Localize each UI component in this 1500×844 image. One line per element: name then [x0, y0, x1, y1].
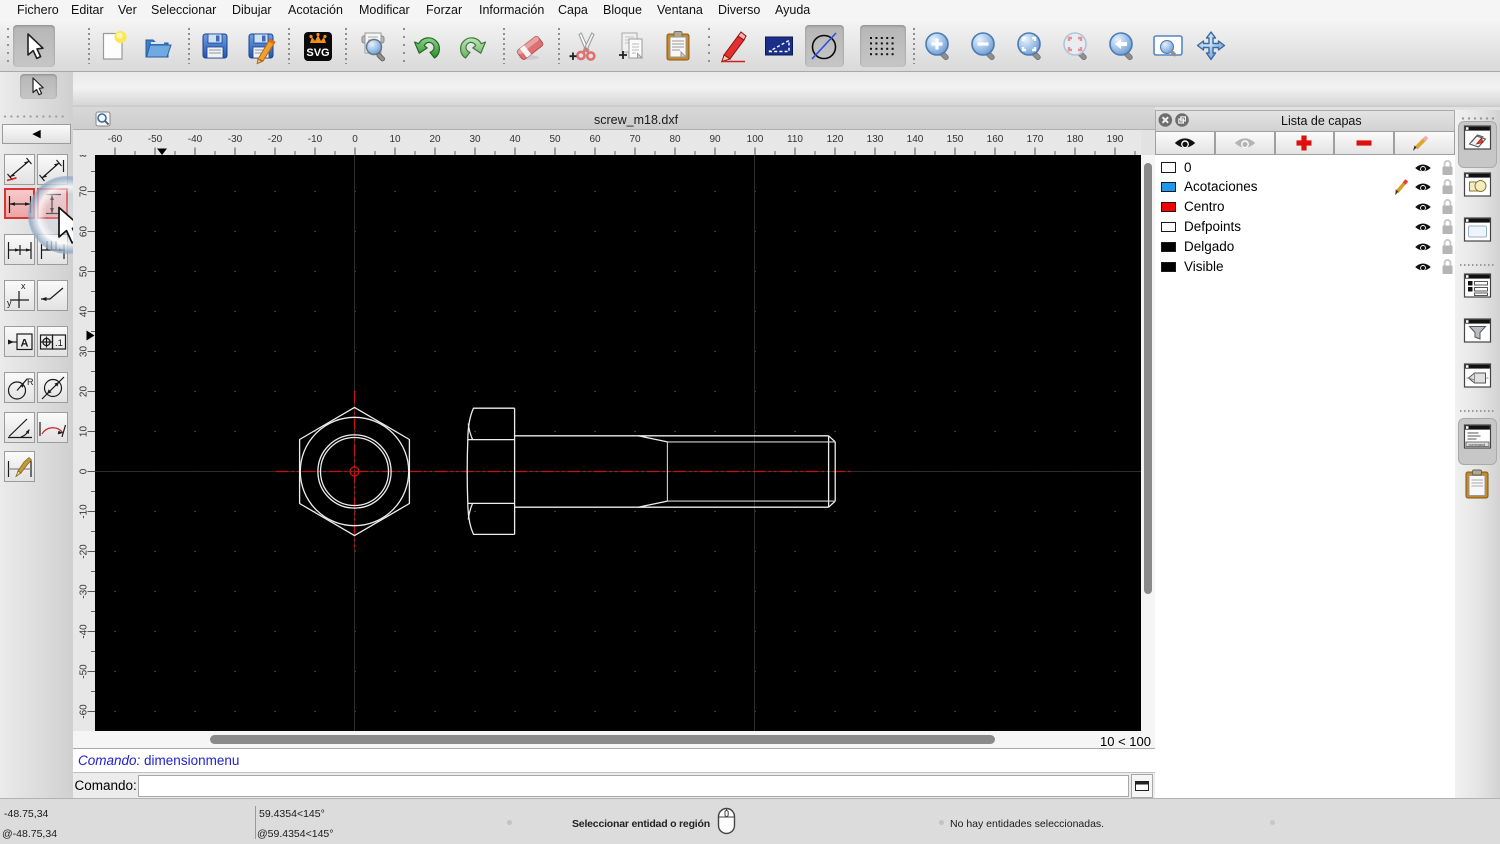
svg-text:-10: -10 [308, 134, 323, 145]
svg-text:80: 80 [79, 155, 90, 157]
svg-text:120: 120 [827, 134, 844, 145]
svg-text:180: 180 [1067, 134, 1084, 145]
svg-text:A: A [21, 338, 29, 350]
svg-text:160: 160 [987, 134, 1004, 145]
svg-text:170: 170 [1027, 134, 1044, 145]
svg-text:70: 70 [629, 134, 641, 145]
svg-text:-40: -40 [188, 134, 203, 145]
svg-text:50: 50 [549, 134, 561, 145]
svg-text:x: x [21, 281, 26, 291]
svg-text:130: 130 [867, 134, 884, 145]
svg-text:140: 140 [907, 134, 924, 145]
svg-text:command: command [1469, 443, 1486, 447]
svg-text:60: 60 [589, 134, 601, 145]
svg-text:110: 110 [787, 134, 803, 145]
svg-text:20: 20 [429, 134, 441, 145]
svg-text:190: 190 [1107, 134, 1124, 145]
svg-text:.1: .1 [55, 338, 63, 349]
svg-text:-20: -20 [268, 134, 283, 145]
svg-text:100: 100 [747, 134, 764, 145]
svg-text:R: R [27, 377, 34, 387]
svg-text:150: 150 [947, 134, 964, 145]
svg-text:40: 40 [509, 134, 521, 145]
svg-text:-60: -60 [108, 134, 123, 145]
svg-text:80: 80 [669, 134, 681, 145]
svg-text:10: 10 [389, 134, 401, 145]
svg-text:30: 30 [469, 134, 481, 145]
svg-text:0: 0 [352, 134, 358, 145]
svg-text:90: 90 [709, 134, 721, 145]
svg-text:SVG: SVG [306, 47, 329, 59]
svg-text:-50: -50 [148, 134, 163, 145]
svg-text:-30: -30 [228, 134, 243, 145]
